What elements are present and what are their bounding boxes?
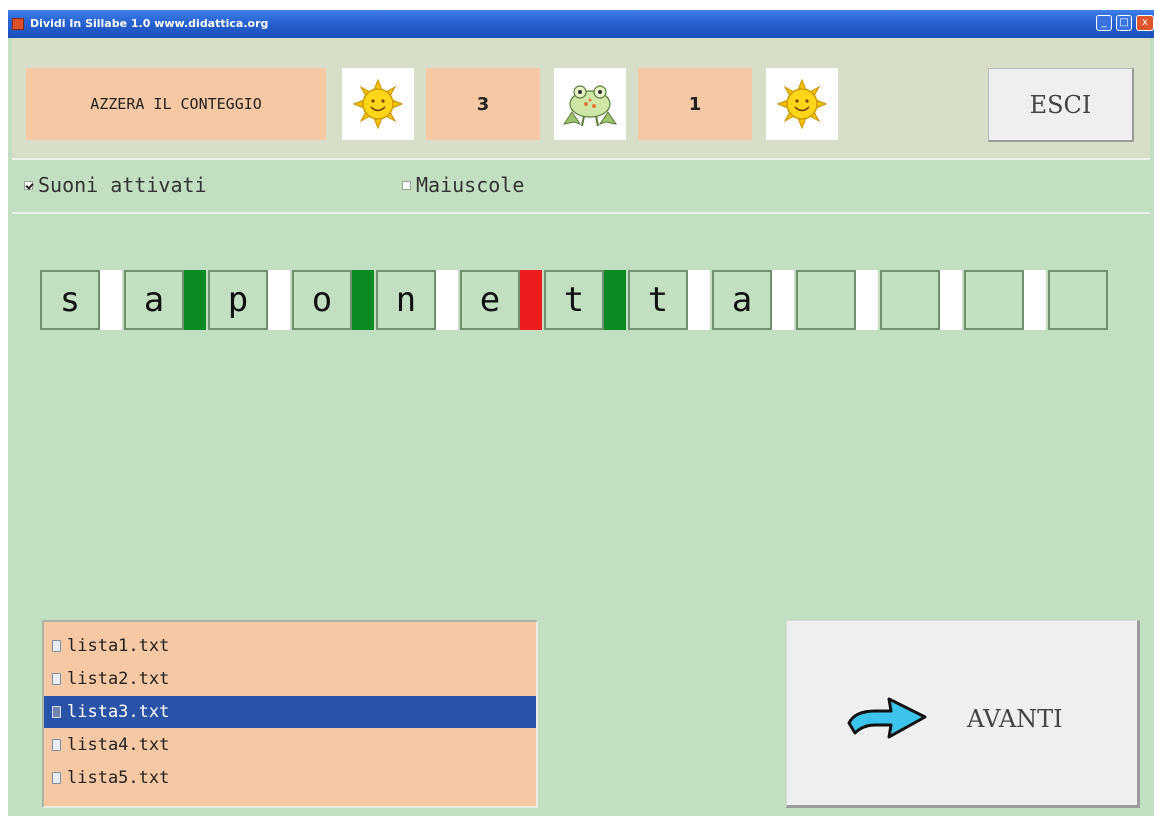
uppercase-label: Maiuscole [416,173,525,197]
frog-icon [554,68,626,140]
app-window: Dividi In Sillabe 1.0 www.didattica.org … [8,10,1154,816]
letter-box: o [292,270,352,330]
file-name: lista2.txt [67,669,170,689]
next-label: AVANTI [967,705,1063,733]
uppercase-option[interactable]: Maiuscole [402,172,524,198]
letter-box: n [376,270,436,330]
letter-box: e [460,270,520,330]
sounds-checkbox[interactable] [24,180,33,190]
file-icon [52,673,61,685]
reset-count-button[interactable]: AZZERA IL CONTEGGIO [26,68,326,140]
close-button[interactable]: x [1136,15,1154,31]
sounds-option[interactable]: Suoni attivati [24,172,207,198]
syllable-separator[interactable] [688,270,710,330]
status-sun-icon [766,68,838,140]
syllable-separator[interactable] [100,270,122,330]
syllable-separator[interactable] [352,270,374,330]
list-item[interactable]: lista3.txt [44,696,536,728]
word-list-box[interactable]: lista1.txt lista2.txt lista3.txt lista4.… [42,620,538,808]
score-toolbar: AZZERA IL CONTEGGIO 3 1 ESCI [12,38,1150,160]
syllable-separator[interactable] [940,270,962,330]
list-item[interactable]: lista4.txt [44,729,536,761]
list-item[interactable]: lista2.txt [44,663,536,695]
file-name: lista3.txt [67,702,170,722]
syllable-separator[interactable] [604,270,626,330]
title-bar[interactable]: Dividi In Sillabe 1.0 www.didattica.org … [8,10,1154,38]
syllable-separator[interactable] [1024,270,1046,330]
file-icon [52,739,61,751]
sounds-label: Suoni attivati [38,173,207,197]
letter-box: p [208,270,268,330]
syllable-separator[interactable] [520,270,542,330]
correct-count: 3 [426,68,540,140]
letter-box [796,270,856,330]
syllable-separator[interactable] [856,270,878,330]
app-icon [12,18,24,30]
exit-button[interactable]: ESCI [988,68,1134,142]
window-title: Dividi In Sillabe 1.0 www.didattica.org [30,17,269,30]
file-icon [52,706,61,718]
letter-box: s [40,270,100,330]
minimize-button[interactable]: _ [1096,15,1112,31]
syllable-separator[interactable] [436,270,458,330]
next-button[interactable]: AVANTI [786,620,1140,808]
arrow-right-icon [847,697,927,739]
maximize-button[interactable]: □ [1116,15,1132,31]
uppercase-checkbox[interactable] [402,180,411,190]
list-item[interactable]: lista1.txt [44,630,536,662]
letter-box: a [124,270,184,330]
wrong-count: 1 [638,68,752,140]
syllable-separator[interactable] [184,270,206,330]
syllable-separator[interactable] [268,270,290,330]
letter-box [880,270,940,330]
file-name: lista1.txt [67,636,170,656]
letter-box [1048,270,1108,330]
list-item[interactable]: lista5.txt [44,762,536,794]
divider [12,212,1150,214]
letter-box: t [628,270,688,330]
letter-box: a [712,270,772,330]
letter-box [964,270,1024,330]
letter-box: t [544,270,604,330]
file-icon [52,772,61,784]
file-icon [52,640,61,652]
file-name: lista5.txt [67,768,170,788]
syllable-separator[interactable] [772,270,794,330]
sun-smiley-icon [342,68,414,140]
file-name: lista4.txt [67,735,170,755]
